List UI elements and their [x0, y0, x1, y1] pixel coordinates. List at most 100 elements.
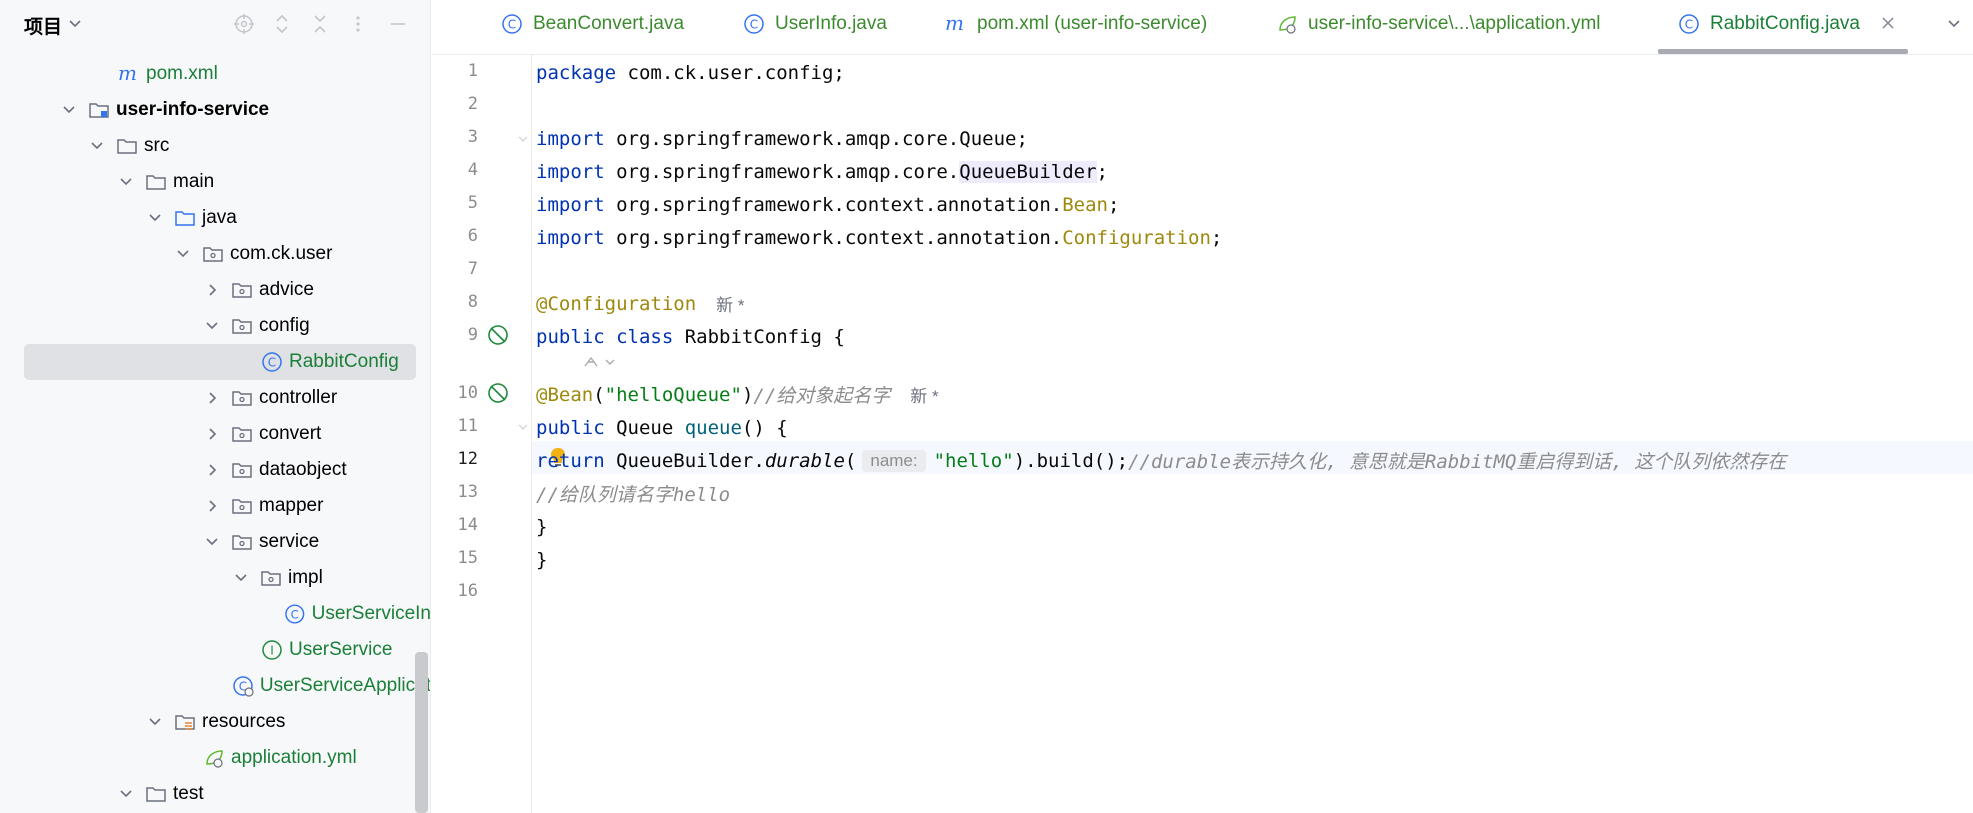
tree-item-convert[interactable]: convert	[0, 416, 430, 452]
code-line-15: }	[536, 548, 548, 571]
chevron-right-icon[interactable]	[203, 425, 221, 443]
package-icon	[232, 391, 252, 406]
svg-text:C: C	[291, 607, 299, 621]
code-editor[interactable]: 1 2 3 4 5 6 7 8 9 10 11 12 13 14 15 16 p…	[432, 55, 1973, 813]
spring-bean-gutter-icon[interactable]	[486, 381, 510, 405]
tree-item-service[interactable]: service	[0, 524, 430, 560]
svg-text:I: I	[270, 644, 274, 658]
line-number: 1	[467, 61, 478, 81]
tree-item-userserviceapplication[interactable]: C UserServiceApplicat	[0, 668, 430, 704]
svg-text:m: m	[118, 63, 137, 85]
chevron-down-icon[interactable]	[232, 569, 250, 587]
tree-item-controller[interactable]: controller	[0, 380, 430, 416]
interface-icon: I	[262, 640, 282, 660]
fold-icon[interactable]	[517, 421, 529, 433]
maven-icon: m	[118, 63, 137, 85]
chevron-down-icon[interactable]	[174, 245, 192, 263]
code-line-3: import org.springframework.amqp.core.Que…	[536, 127, 1028, 150]
folder-icon	[146, 175, 166, 190]
chevron-down-icon[interactable]	[203, 317, 221, 335]
line-number: 15	[457, 548, 478, 568]
spring-yml-icon	[1279, 16, 1296, 34]
hide-panel-icon[interactable]	[386, 12, 410, 36]
close-icon[interactable]	[1877, 12, 1899, 34]
tree-item-test[interactable]: test	[0, 776, 430, 812]
class-icon: C	[744, 14, 764, 34]
author-hint: 新 *	[910, 387, 939, 406]
tree-item-config[interactable]: config	[0, 308, 430, 344]
usages-icon[interactable]	[582, 352, 620, 372]
spring-yml-icon	[206, 750, 223, 768]
tree-item-dataobject[interactable]: dataobject	[0, 452, 430, 488]
code-line-14: }	[536, 515, 548, 538]
tree-item-main[interactable]: main	[0, 164, 430, 200]
package-icon	[261, 571, 281, 586]
locate-icon[interactable]	[232, 12, 256, 36]
chevron-right-icon[interactable]	[203, 497, 221, 515]
spring-bean-gutter-icon[interactable]	[486, 323, 510, 347]
chevron-down-icon[interactable]	[1944, 14, 1964, 34]
line-number: 8	[467, 292, 478, 312]
tree-item-userserviceimpl[interactable]: C UserServiceIn	[0, 596, 430, 632]
chevron-right-icon[interactable]	[203, 389, 221, 407]
tree-item-advice[interactable]: advice	[0, 272, 430, 308]
tree-item-user-info-service[interactable]: user-info-service	[0, 92, 430, 128]
code-line-1: package com.ck.user.config;	[536, 61, 845, 84]
author-hint: 新 *	[716, 296, 745, 315]
svg-text:C: C	[750, 18, 758, 32]
resources-folder-icon	[175, 715, 195, 730]
fold-icon[interactable]	[517, 133, 529, 145]
chevron-down-icon[interactable]	[117, 173, 135, 191]
tree-item-src[interactable]: src	[0, 128, 430, 164]
chevron-right-icon[interactable]	[203, 461, 221, 479]
tab-application-yml[interactable]: user-info-service\...\application.yml	[1276, 0, 1601, 48]
project-panel-scrollbar[interactable]	[415, 652, 428, 813]
svg-text:m: m	[945, 13, 964, 35]
tree-item-userservice[interactable]: I UserService	[0, 632, 430, 668]
chevron-down-icon[interactable]	[68, 13, 82, 35]
tree-item-rabbitconfig[interactable]: C RabbitConfig	[0, 344, 430, 380]
tree-item-application-yml[interactable]: application.yml	[0, 740, 430, 776]
line-number: 9	[467, 325, 478, 345]
tab-beanconvert[interactable]: C BeanConvert.java	[501, 0, 684, 48]
tab-label: user-info-service\...\application.yml	[1308, 13, 1601, 34]
package-icon	[232, 535, 252, 550]
code-line-6: import org.springframework.context.annot…	[536, 226, 1223, 249]
line-number: 4	[467, 160, 478, 180]
chevron-down-icon[interactable]	[88, 137, 106, 155]
tab-pom-xml[interactable]: m pom.xml (user-info-service)	[945, 0, 1207, 48]
svg-text:C: C	[1685, 18, 1693, 32]
package-icon	[232, 319, 252, 334]
chevron-down-icon[interactable]	[146, 209, 164, 227]
project-panel-header: 项目	[0, 0, 430, 48]
chevron-down-icon[interactable]	[60, 101, 78, 119]
chevron-right-icon[interactable]	[203, 281, 221, 299]
tree-item-resources[interactable]: resources	[0, 704, 430, 740]
code-line-4: import org.springframework.amqp.core. Que…	[536, 160, 1108, 183]
folder-icon	[146, 787, 166, 802]
package-icon	[232, 463, 252, 478]
line-number: 16	[457, 581, 478, 601]
chevron-down-icon[interactable]	[146, 713, 164, 731]
tree-item-com-ck-user[interactable]: com.ck.user	[0, 236, 430, 272]
chevron-down-icon[interactable]	[203, 533, 221, 551]
line-number: 11	[457, 416, 478, 436]
options-menu-icon[interactable]	[346, 12, 370, 36]
tree-item-impl[interactable]: impl	[0, 560, 430, 596]
expand-all-icon[interactable]	[270, 12, 294, 36]
tab-label: RabbitConfig.java	[1710, 13, 1860, 34]
package-icon	[203, 247, 223, 262]
line-number: 14	[457, 515, 478, 535]
chevron-down-icon[interactable]	[117, 785, 135, 803]
module-folder-icon	[89, 103, 109, 118]
tree-item-mapper[interactable]: mapper	[0, 488, 430, 524]
collapse-all-icon[interactable]	[308, 12, 332, 36]
tree-item-java[interactable]: java	[0, 200, 430, 236]
tab-userinfo[interactable]: C UserInfo.java	[743, 0, 887, 48]
line-number: 5	[467, 193, 478, 213]
tab-rabbitconfig[interactable]: C RabbitConfig.java	[1678, 0, 1860, 48]
package-icon	[232, 427, 252, 442]
project-panel-title[interactable]: 项目	[24, 12, 62, 39]
code-line-11: public Queue queue() {	[536, 416, 788, 439]
tree-item-pom-xml[interactable]: m pom.xml	[0, 56, 430, 92]
